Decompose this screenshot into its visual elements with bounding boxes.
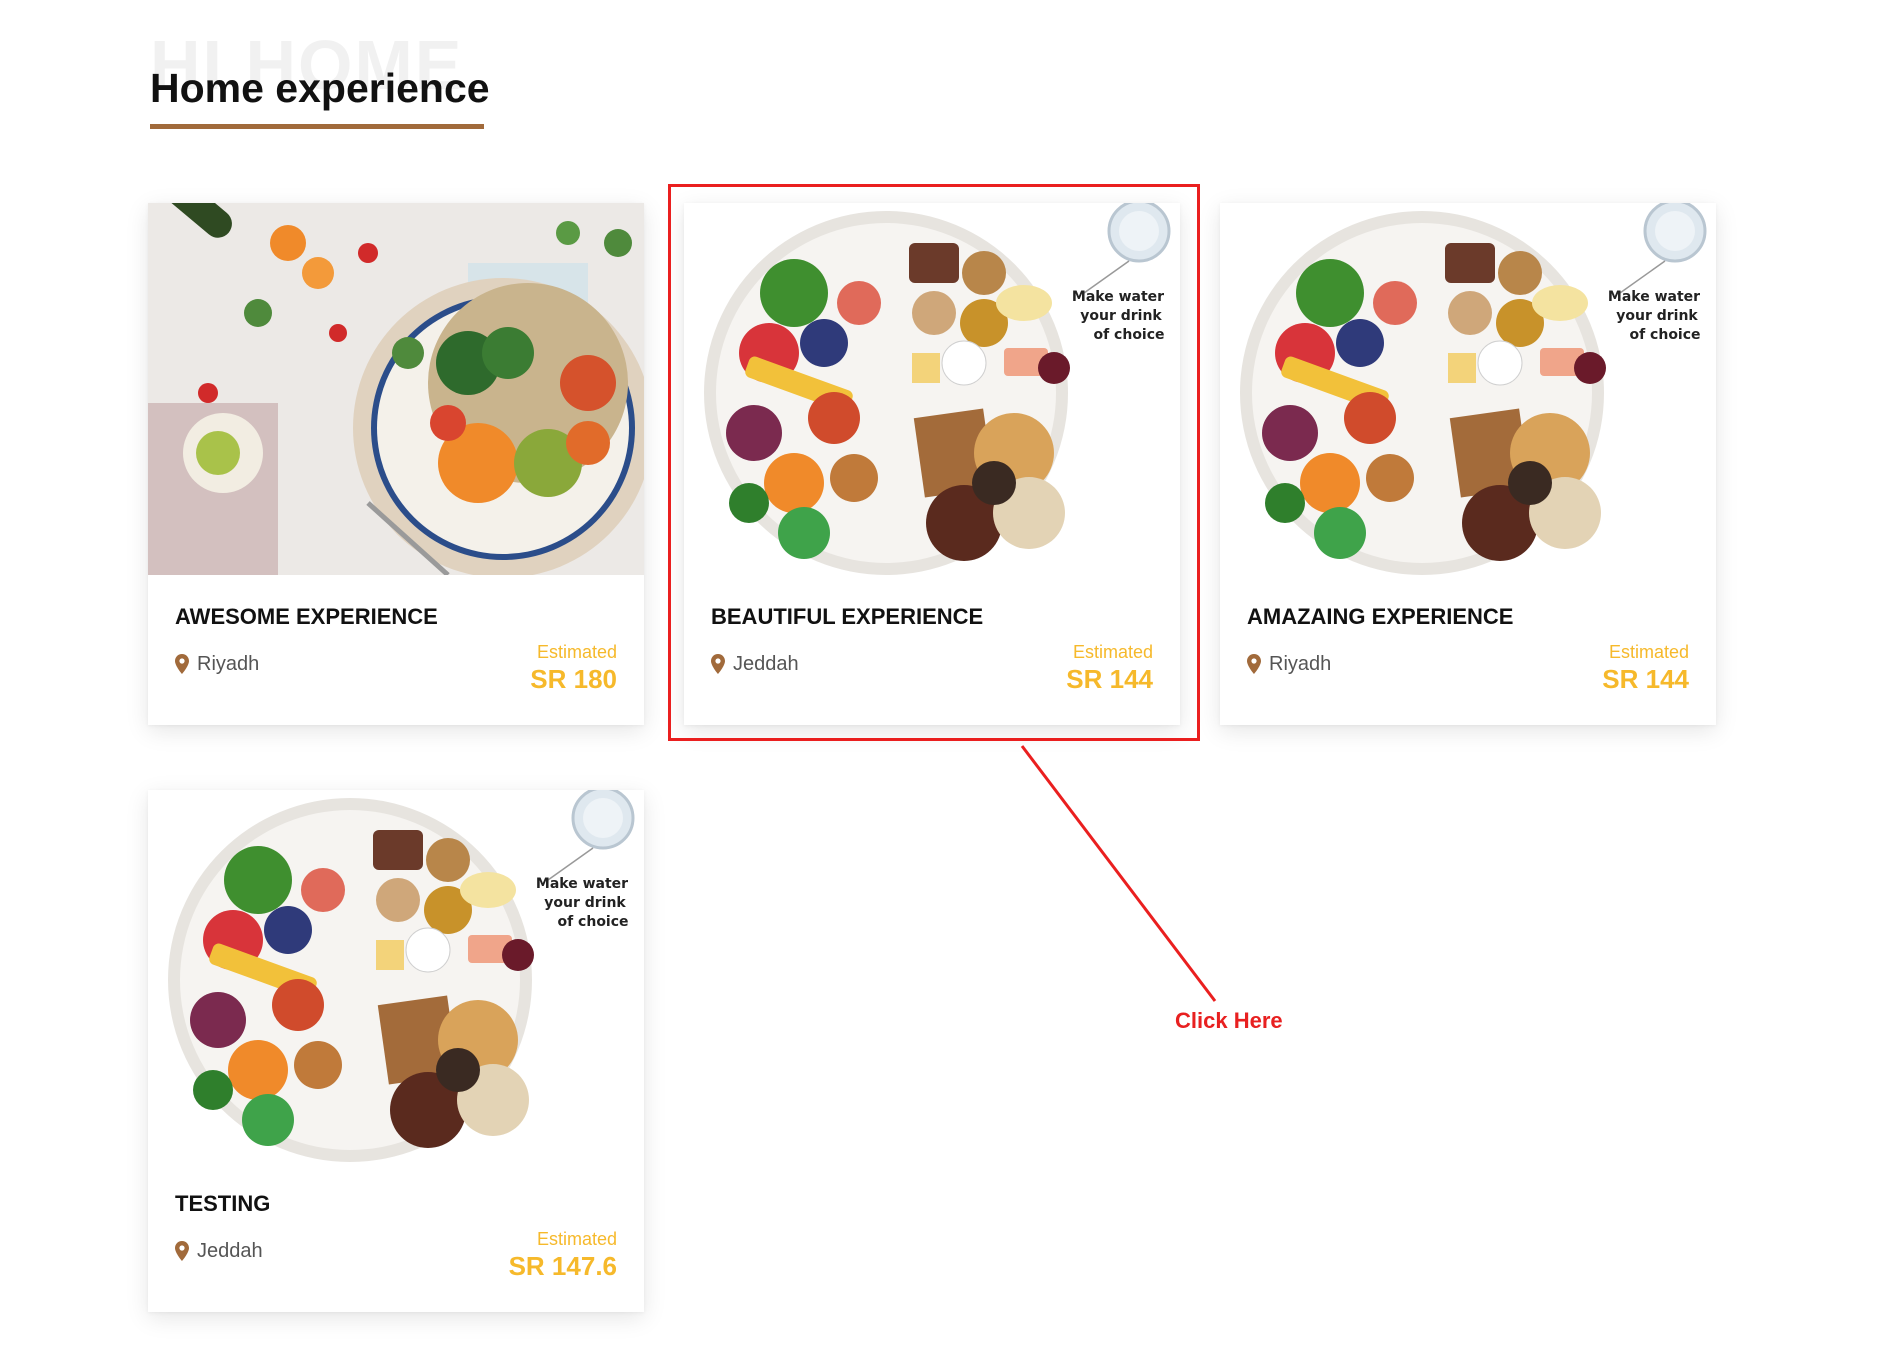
card-image-healthy-plate[interactable] [1220,203,1716,575]
experience-card-awesome[interactable]: AWESOME EXPERIENCE Riyadh Estimated SR 1… [148,203,644,725]
page-title: Home experience [150,65,490,111]
card-location: Riyadh [1247,651,1331,677]
estimated-label: Estimated [536,642,617,662]
location-text: Jeddah [197,1239,263,1262]
location-pin-icon [175,1241,189,1261]
location-pin-icon [175,654,189,674]
price-value: SR 144 [1602,664,1689,694]
title-underline [150,124,484,129]
healthy-plate-photo [1220,203,1716,575]
card-image-vegetable-bowl[interactable] [148,203,644,575]
card-location: Riyadh [175,651,259,677]
card-price: Estimated SR 147.6 [509,1228,617,1282]
annotation-highlight-box [668,184,1200,741]
location-text: Riyadh [197,652,260,675]
card-price: Estimated SR 180 [530,641,617,695]
annotation-click-here-label: Click Here [1175,1008,1283,1033]
section-header: HI HOME Home experience [150,30,490,130]
card-image-healthy-plate[interactable] [148,790,644,1162]
card-title[interactable]: TESTING [175,1191,270,1217]
card-price: Estimated SR 144 [1602,641,1689,695]
experience-card-testing[interactable]: TESTING Jeddah Estimated SR 147.6 [148,790,644,1312]
location-pin-icon [1247,654,1261,674]
healthy-plate-photo [148,790,644,1162]
location-text: Riyadh [1269,652,1332,675]
card-title[interactable]: AMAZAING EXPERIENCE [1247,604,1513,630]
estimated-label: Estimated [1608,642,1689,662]
card-location: Jeddah [175,1238,263,1264]
price-value: SR 180 [530,664,617,694]
card-title[interactable]: AWESOME EXPERIENCE [175,604,438,630]
price-value: SR 147.6 [508,1251,617,1281]
experience-card-amazaing[interactable]: AMAZAING EXPERIENCE Riyadh Estimated SR … [1220,203,1716,725]
estimated-label: Estimated [536,1229,617,1249]
vegetable-bowl-photo [148,203,644,575]
